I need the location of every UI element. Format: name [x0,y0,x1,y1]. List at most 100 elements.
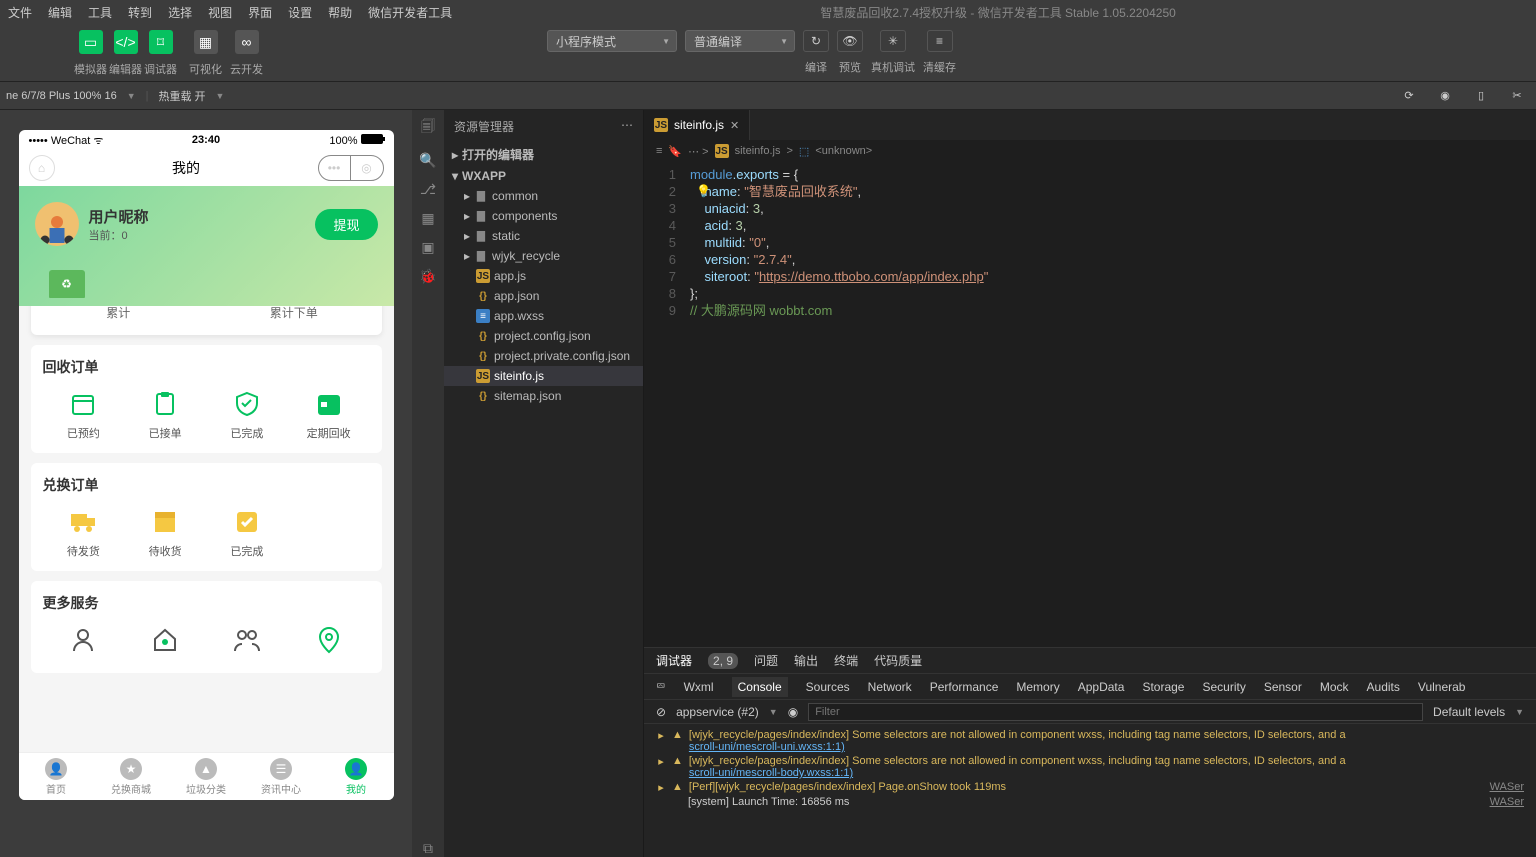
order-schedule[interactable]: 定期回收 [288,389,370,441]
list-icon[interactable]: ≡ [656,145,662,157]
tab-terminal[interactable]: 终端 [834,652,858,669]
mode-select[interactable]: 小程序模式 [547,30,677,52]
visual-button[interactable]: ▦ [194,30,218,54]
sub-wxml[interactable]: Wxml [684,680,714,694]
simulator-button[interactable]: ▭ [79,30,103,54]
service-2[interactable] [124,625,206,661]
sub-memory[interactable]: Memory [1016,680,1059,694]
folder-components[interactable]: ▸▇components [444,206,643,226]
tab-mine[interactable]: 👤我的 [319,753,394,800]
preview-button[interactable]: 👁 [837,30,863,52]
menu-select[interactable]: 选择 [168,4,192,21]
clear-cache-button[interactable]: ≡ [927,30,953,52]
crumb-file[interactable]: siteinfo.js [735,145,781,157]
sim-record-button[interactable]: ◉ [1432,85,1458,107]
file-app-js[interactable]: JSapp.js [444,266,643,286]
avatar[interactable] [35,202,79,246]
crumb-symbol[interactable]: <unknown> [815,145,872,157]
more-icon[interactable]: ••• [319,156,351,180]
log-source[interactable]: WASer [1490,781,1524,793]
more-icon[interactable]: ⋯ [621,118,633,135]
file-project-private[interactable]: {}project.private.config.json [444,346,643,366]
file-siteinfo[interactable]: JSsiteinfo.js [444,366,643,386]
close-icon[interactable]: ✕ [730,119,739,132]
compile-select[interactable]: 普通编译 [685,30,795,52]
eye-icon[interactable]: ◉ [788,705,798,719]
order-booked[interactable]: 已预约 [43,389,125,441]
service-1[interactable] [43,625,125,661]
branch-icon[interactable]: ⎇ [420,181,436,198]
open-editors-group[interactable]: ▸打开的编辑器 [444,143,643,166]
folder-static[interactable]: ▸▇static [444,226,643,246]
menu-edit[interactable]: 编辑 [48,4,72,21]
device-select[interactable]: ne 6/7/8 Plus 100% 16 [6,90,117,102]
withdraw-button[interactable]: 提现 [315,209,377,240]
root-folder[interactable]: ▾WXAPP [444,166,643,186]
debugger-button[interactable]: ⌑ [149,30,173,54]
editor-button[interactable]: </> [114,30,138,54]
folder-wjyk[interactable]: ▸▇wjyk_recycle [444,246,643,266]
tab-sort[interactable]: ▲垃圾分类 [169,753,244,800]
breadcrumb[interactable]: ≡🔖 ⋯ >JSsiteinfo.js>⬚<unknown> [644,140,1536,162]
sub-storage[interactable]: Storage [1142,680,1184,694]
target-icon[interactable]: ◎ [351,156,383,180]
more-icon[interactable]: ⧉ [423,840,433,857]
menu-view[interactable]: 视图 [208,4,232,21]
levels-select[interactable]: Default levels [1433,705,1505,719]
menu-ui[interactable]: 界面 [248,4,272,21]
sub-audits[interactable]: Audits [1367,680,1400,694]
tab-problems[interactable]: 问题 [754,652,778,669]
exchange-done[interactable]: 已完成 [206,507,288,559]
order-done[interactable]: 已完成 [206,389,288,441]
capsule-button[interactable]: •••◎ [318,155,384,181]
code-editor[interactable]: 💡 1module.exports = { 2 name: "智慧废品回收系统"… [644,162,1536,647]
sub-network[interactable]: Network [868,680,912,694]
sub-performance[interactable]: Performance [930,680,999,694]
tab-news[interactable]: ☰资讯中心 [244,753,319,800]
file-app-json[interactable]: {}app.json [444,286,643,306]
sim-phone-button[interactable]: ▯ [1468,85,1494,107]
tab-debugger[interactable]: 调试器 [656,652,692,669]
menu-tools[interactable]: 工具 [88,4,112,21]
bookmark-icon[interactable]: 🔖 [668,145,682,158]
menu-settings[interactable]: 设置 [288,4,312,21]
menu-help[interactable]: 帮助 [328,4,352,21]
lightbulb-icon[interactable]: 💡 [696,183,711,200]
bug-icon[interactable]: 🐞 [419,268,436,285]
tab-mall[interactable]: ★兑换商城 [94,753,169,800]
sub-sources[interactable]: Sources [806,680,850,694]
sub-appdata[interactable]: AppData [1078,680,1125,694]
filter-input[interactable] [808,703,1423,721]
sub-sensor[interactable]: Sensor [1264,680,1302,694]
sub-security[interactable]: Security [1202,680,1245,694]
sim-refresh-button[interactable]: ⟳ [1396,85,1422,107]
tab-home[interactable]: 👤首页 [19,753,94,800]
cloud-button[interactable]: ∞ [235,30,259,54]
box-icon[interactable]: ▣ [421,239,434,256]
sub-console[interactable]: Console [732,677,788,697]
inspect-icon[interactable]: ⮹ [656,679,666,694]
file-sitemap[interactable]: {}sitemap.json [444,386,643,406]
layout-icon[interactable]: ▦ [421,210,434,227]
sim-cut-button[interactable]: ✂ [1504,85,1530,107]
files-icon[interactable]: 🗐 [421,116,435,140]
home-icon[interactable]: ⌂ [29,155,55,181]
console-log[interactable]: ▸▲[wjyk_recycle/pages/index/index] Some … [644,724,1536,857]
tab-output[interactable]: 输出 [794,652,818,669]
menu-goto[interactable]: 转到 [128,4,152,21]
compile-button[interactable]: ↻ [803,30,829,52]
remote-debug-button[interactable]: ✳ [880,30,906,52]
folder-common[interactable]: ▸▇common [444,186,643,206]
log-source[interactable]: WASer [1490,796,1524,808]
exchange-pending-ship[interactable]: 待发货 [43,507,125,559]
order-accepted[interactable]: 已接单 [124,389,206,441]
hot-reload-toggle[interactable]: 热重载 开 [158,88,205,104]
file-project-config[interactable]: {}project.config.json [444,326,643,346]
menu-wx[interactable]: 微信开发者工具 [368,4,452,21]
service-3[interactable] [206,625,288,661]
search-icon[interactable]: 🔍 [419,152,436,169]
service-4[interactable] [288,625,370,661]
tab-siteinfo[interactable]: JSsiteinfo.js✕ [644,110,750,140]
tab-quality[interactable]: 代码质量 [874,652,922,669]
clear-icon[interactable]: ⊘ [656,705,666,719]
